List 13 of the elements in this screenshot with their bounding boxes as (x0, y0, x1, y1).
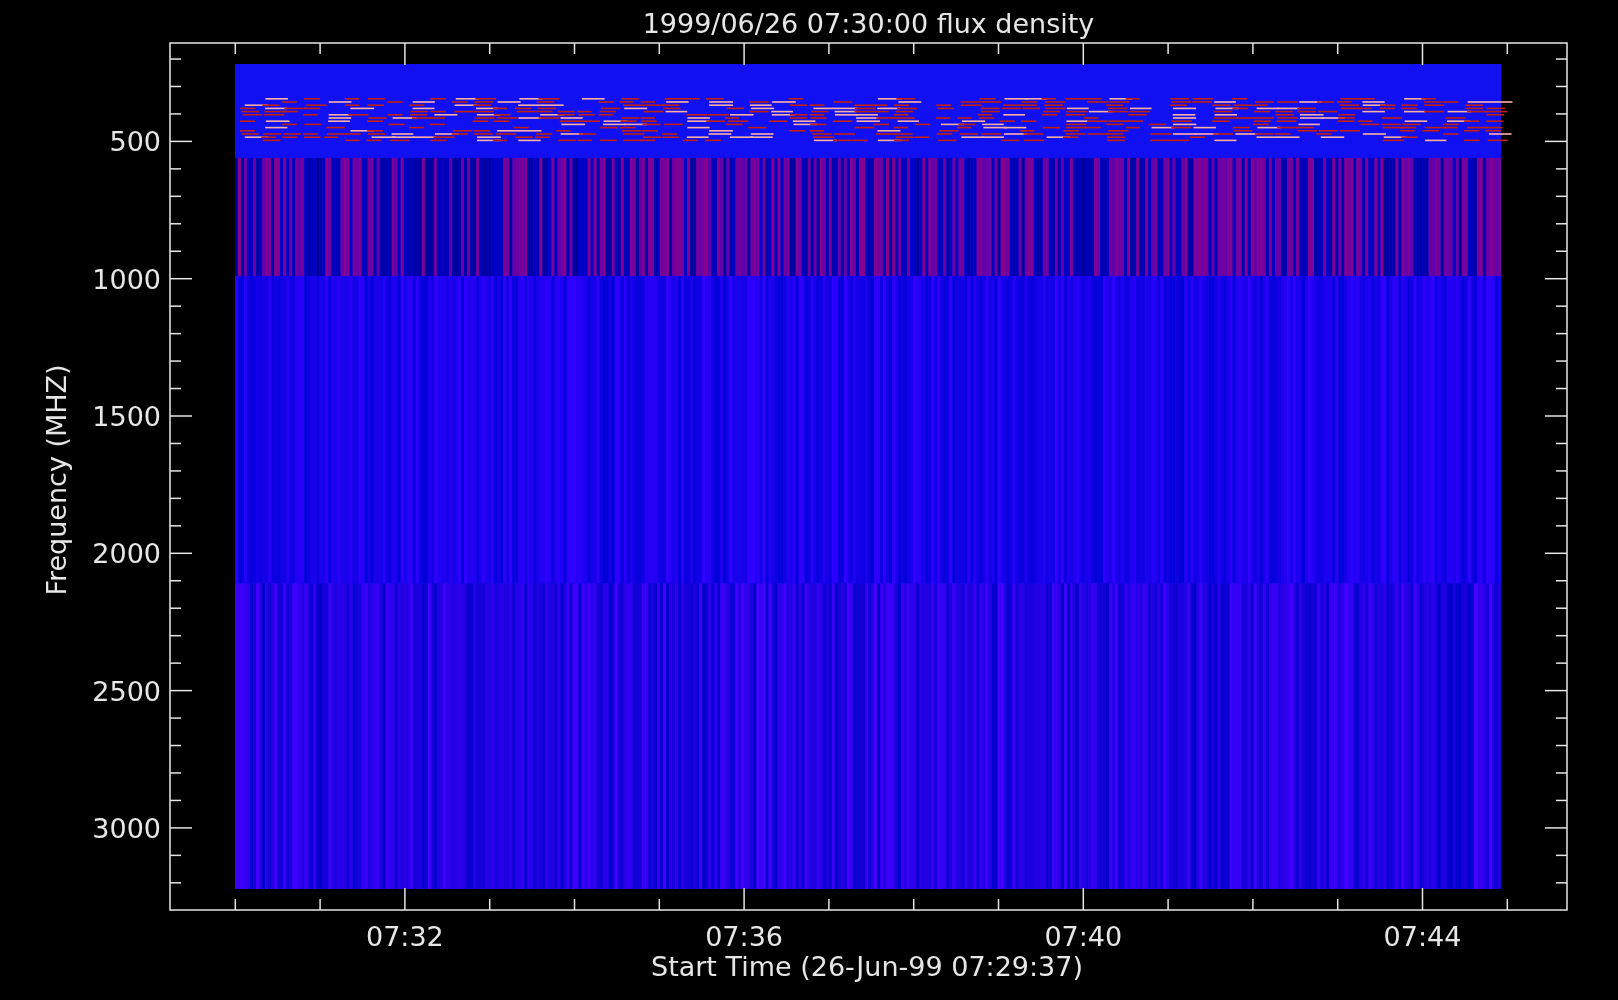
y-tick-label: 1000 (92, 263, 161, 295)
y-tick-label: 2000 (92, 538, 161, 570)
x-tick-label: 07:36 (705, 921, 783, 952)
x-tick-label: 07:44 (1383, 921, 1462, 952)
x-axis-label: Start Time (26-Jun-99 07:29:37) (651, 951, 1083, 982)
x-tick-label: 07:40 (1044, 921, 1123, 952)
y-axis-label: Frequency (MHZ) (41, 364, 72, 596)
chart-title: 1999/06/26 07:30:00 flux density (642, 8, 1095, 39)
y-tick-label: 3000 (92, 812, 161, 844)
x-tick-label: 07:32 (366, 921, 444, 952)
y-tick-label: 500 (109, 126, 161, 158)
y-tick-label: 2500 (92, 675, 161, 707)
y-tick-label: 1500 (92, 401, 161, 432)
